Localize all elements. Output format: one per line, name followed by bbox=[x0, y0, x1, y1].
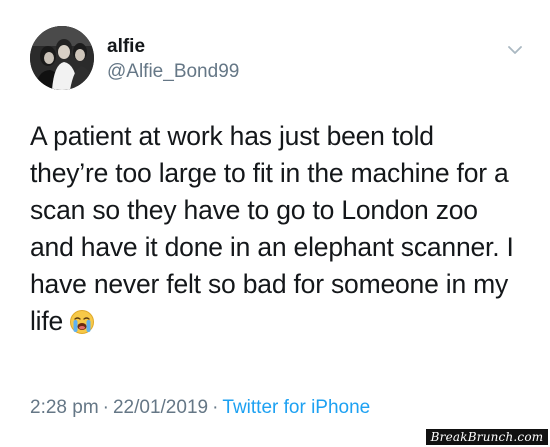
tweet-line: have never felt so bad for someone in my bbox=[30, 269, 509, 299]
tweet-date[interactable]: 22/01/2019 bbox=[113, 397, 208, 418]
user-handle[interactable]: @Alfie_Bond99 bbox=[107, 61, 239, 83]
tweet-line: scan so they have to go to London zoo bbox=[30, 195, 478, 225]
tweet-source-link[interactable]: Twitter for iPhone bbox=[222, 397, 370, 418]
tweet-meta: 2:28 pm · 22/01/2019 · Twitter for iPhone bbox=[30, 397, 370, 419]
loudly-crying-face-icon bbox=[69, 308, 95, 334]
tweet-line: A patient at work has just been told bbox=[30, 121, 434, 151]
tweet-line: they’re too large to fit in the machine … bbox=[30, 158, 509, 188]
avatar[interactable] bbox=[30, 26, 94, 90]
meta-separator: · bbox=[102, 397, 109, 418]
tweet-line: life bbox=[30, 306, 64, 336]
profile-photo-icon bbox=[30, 26, 94, 90]
meta-separator: · bbox=[212, 397, 219, 418]
display-name[interactable]: alfie bbox=[107, 36, 145, 58]
watermark: BreakBrunch.com bbox=[426, 429, 548, 445]
tweet-card: alfie @Alfie_Bond99 A patient at work ha… bbox=[0, 0, 550, 447]
tweet-line-last: life bbox=[30, 303, 530, 340]
tweet-time[interactable]: 2:28 pm bbox=[30, 397, 99, 418]
tweet-line: and have it done in an elephant scanner.… bbox=[30, 232, 514, 262]
tweet-text: A patient at work has just been told the… bbox=[30, 118, 530, 340]
chevron-down-icon[interactable] bbox=[505, 40, 525, 60]
